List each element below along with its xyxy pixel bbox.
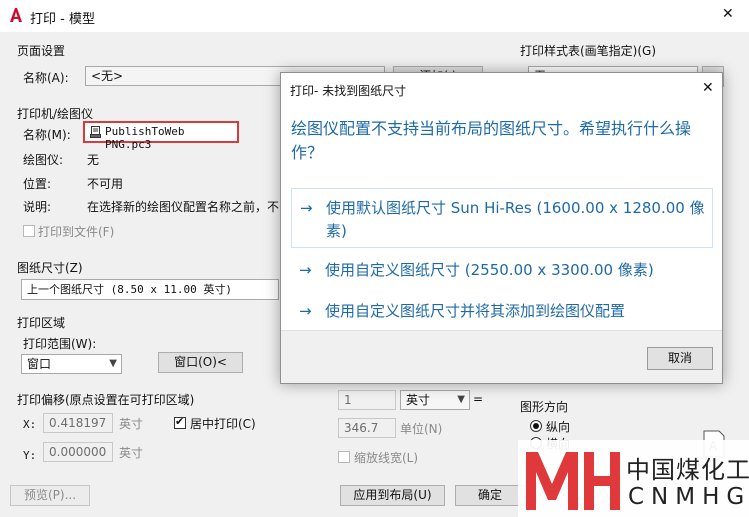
- plot-range-value: 窗口: [27, 357, 52, 371]
- dialog-cancel-button[interactable]: 取消: [647, 347, 713, 370]
- plotter-label: 绘图仪:: [23, 153, 64, 167]
- apply-to-layout-button[interactable]: 应用到布局(U): [340, 485, 445, 506]
- center-plot-checkbox[interactable]: ✔: [174, 415, 186, 429]
- paper-size-value: 上一个图纸尺寸 (8.50 x 11.00 英寸): [27, 283, 232, 296]
- window-close-button[interactable]: ✕: [722, 6, 734, 22]
- page-setup-name-value: <无>: [91, 69, 124, 83]
- dialog-title: 打印- 未找到图纸尺寸: [290, 84, 407, 98]
- main-titlebar: [0, 0, 749, 32]
- option-default-paper-size[interactable]: → 使用默认图纸尺寸 Sun Hi-Res (1600.00 x 1280.00…: [291, 188, 713, 248]
- radio-dot: [533, 423, 539, 429]
- plotter-value: 无: [87, 153, 100, 167]
- scale-value1-input[interactable]: 1: [338, 390, 396, 410]
- scale-lineweights-checkbox[interactable]: [338, 451, 350, 463]
- scale-value1: 1: [344, 393, 352, 407]
- offset-x-label: X:: [23, 418, 37, 431]
- scale-value2: 346.7: [344, 421, 379, 435]
- window-title: 打印 - 模型: [30, 12, 95, 27]
- watermark: 中国煤化工 CNMHG: [518, 440, 749, 517]
- option-default-text: 使用默认图纸尺寸 Sun Hi-Res (1600.00 x 1280.00 像…: [326, 199, 705, 240]
- offset-y-unit: 英寸: [119, 446, 144, 460]
- page-setup-name-label: 名称(A):: [23, 71, 69, 85]
- portrait-radio[interactable]: [530, 420, 542, 432]
- paper-size-not-found-dialog: 打印- 未找到图纸尺寸 ✕ 绘图仪配置不支持当前布局的图纸尺寸。希望执行什么操作…: [280, 72, 723, 384]
- center-plot-label: 居中打印(C): [190, 417, 256, 431]
- offset-y-label: Y:: [23, 449, 37, 462]
- plot-window-button[interactable]: 窗口(O)<: [158, 352, 243, 373]
- dialog-question: 绘图仪配置不支持当前布局的图纸尺寸。希望执行什么操作？: [291, 119, 692, 162]
- arrow-right-icon: →: [299, 302, 312, 320]
- option-custom-add-to-plotter[interactable]: → 使用自定义图纸尺寸并将其添加到绘图仪配置: [291, 300, 713, 323]
- description-value: 在选择新的绘图仪配置名称之前，不: [87, 200, 279, 214]
- scale-unit-select[interactable]: 英寸 ▼: [400, 390, 470, 410]
- plot-offset-label: 打印偏移(原点设置在可打印区域): [17, 393, 195, 407]
- chevron-down-icon: ▼: [457, 394, 465, 405]
- arrow-right-icon: →: [300, 199, 313, 217]
- offset-y-input[interactable]: 0.000000: [43, 442, 113, 462]
- paper-size-label: 图纸尺寸(Z): [17, 261, 83, 275]
- scale-unit-label: 单位(N): [400, 422, 443, 436]
- printer-name-select[interactable]: PublishToWeb PNG.pc3: [83, 121, 239, 151]
- preview-button[interactable]: 预览(P)...: [10, 485, 90, 506]
- dialog-close-button[interactable]: ✕: [702, 80, 714, 96]
- arrow-right-icon: →: [299, 261, 312, 279]
- option-custom-paper-size[interactable]: → 使用自定义图纸尺寸 (2550.00 x 3300.00 像素): [291, 259, 713, 282]
- offset-y-value: 0.000000: [49, 445, 107, 459]
- watermark-cn-text: 中国煤化工: [626, 456, 749, 484]
- option-custom-text: 使用自定义图纸尺寸 (2550.00 x 3300.00 像素): [325, 261, 654, 279]
- chevron-down-icon: ▼: [109, 358, 117, 369]
- description-label: 说明:: [23, 200, 52, 214]
- dialog-footer: 取消: [281, 330, 722, 383]
- location-value: 不可用: [87, 177, 124, 191]
- page-setup-label: 页面设置: [17, 44, 66, 58]
- plot-area-label: 打印区域: [17, 316, 66, 330]
- print-to-file-label: 打印到文件(F): [38, 225, 115, 239]
- dialog-titlebar: 打印- 未找到图纸尺寸 ✕: [281, 73, 722, 105]
- checkmark-icon: ✔: [175, 415, 185, 428]
- scale-equals: =: [473, 392, 484, 406]
- scale-lineweights-label: 缩放线宽(L): [354, 451, 419, 465]
- scale-unit-value: 英寸: [406, 393, 431, 407]
- watermark-en-text: CNMHG: [628, 484, 749, 510]
- printer-name-label: 名称(M):: [23, 128, 71, 142]
- printer-name-value: PublishToWeb PNG.pc3: [105, 125, 185, 151]
- orientation-label: 图形方向: [520, 400, 569, 414]
- offset-x-input[interactable]: 0.418197: [43, 413, 113, 433]
- option-add-text: 使用自定义图纸尺寸并将其添加到绘图仪配置: [325, 302, 626, 320]
- ok-button[interactable]: 确定: [455, 485, 525, 506]
- portrait-label: 纵向: [546, 420, 571, 434]
- plot-style-label: 打印样式表(画笔指定)(G): [520, 44, 657, 58]
- watermark-logo-mark: [522, 444, 622, 514]
- plotter-icon: [90, 126, 101, 138]
- location-label: 位置:: [23, 177, 52, 191]
- autocad-app-icon: [9, 7, 23, 23]
- offset-x-value: 0.418197: [49, 416, 107, 430]
- printer-group-label: 打印机/绘图仪: [17, 107, 94, 121]
- scale-value2-input[interactable]: 346.7: [338, 418, 396, 438]
- paper-size-select[interactable]: 上一个图纸尺寸 (8.50 x 11.00 英寸): [21, 279, 279, 300]
- print-to-file-checkbox[interactable]: [23, 225, 35, 237]
- plot-range-label: 打印范围(W):: [23, 337, 97, 351]
- offset-x-unit: 英寸: [119, 417, 144, 431]
- plot-range-select[interactable]: 窗口 ▼: [21, 354, 122, 374]
